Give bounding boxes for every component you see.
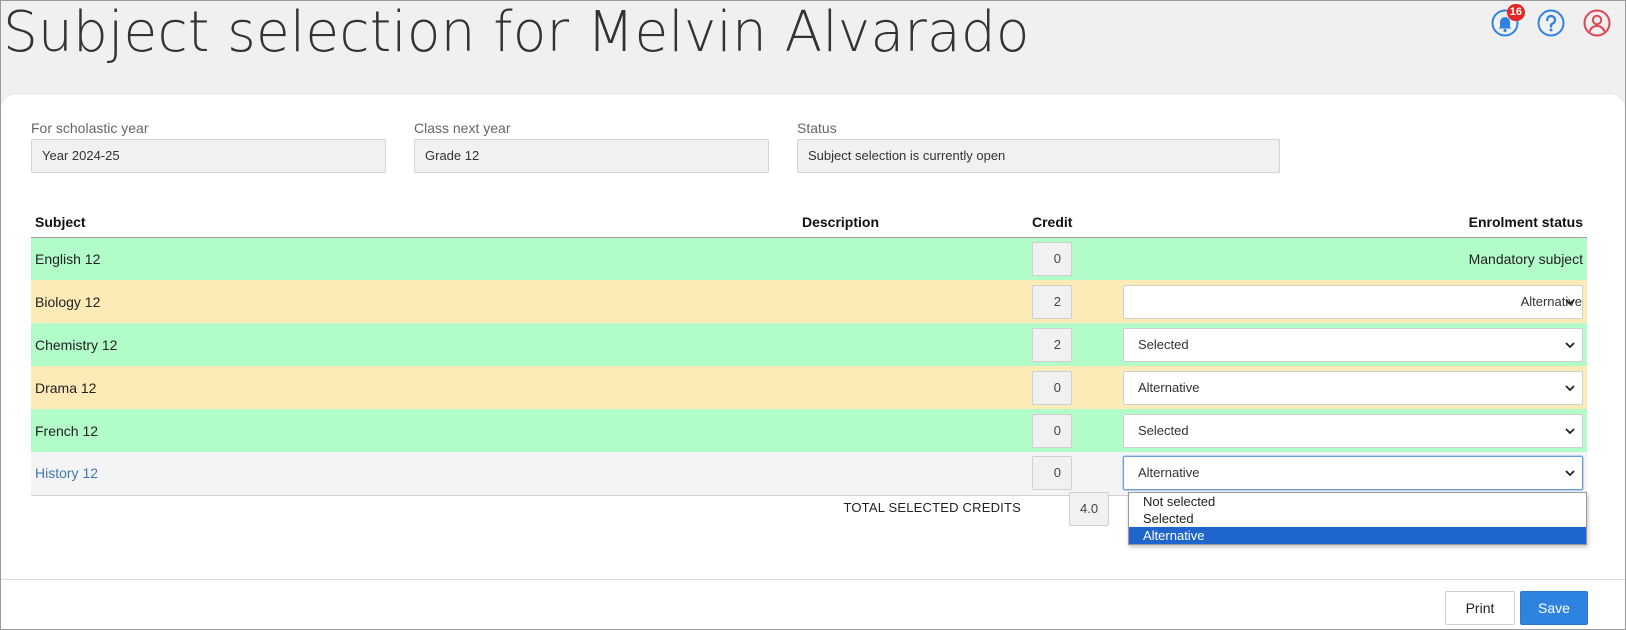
total-credits-value: 4.0 — [1069, 492, 1109, 526]
credit-value: 0 — [1032, 241, 1072, 276]
status-label: Status — [797, 120, 837, 136]
subject-name-link[interactable]: History 12 — [31, 452, 798, 496]
table-row: Biology 12 2 Alternative — [31, 280, 1587, 323]
subject-description — [798, 323, 1028, 366]
credit-value: 0 — [1032, 413, 1072, 448]
save-button[interactable]: Save — [1520, 591, 1588, 625]
subject-name: Chemistry 12 — [31, 323, 798, 366]
enrolment-status-column-header: Enrolment status — [1085, 214, 1587, 238]
subject-name: English 12 — [31, 237, 798, 280]
top-toolbar: 16 — [1491, 4, 1611, 37]
subject-name: French 12 — [31, 409, 798, 452]
table-row: History 12 0 Alternative — [31, 452, 1587, 496]
mandatory-status: Mandatory subject — [1085, 237, 1587, 280]
credit-value: 2 — [1032, 284, 1072, 319]
print-button[interactable]: Print — [1445, 591, 1515, 625]
subject-column-header: Subject — [31, 214, 798, 238]
enrolment-status-select[interactable]: Alternative — [1123, 370, 1583, 405]
table-row: Chemistry 12 2 Selected — [31, 323, 1587, 366]
credit-column-header: Credit — [1028, 214, 1085, 238]
class-next-year-field: Grade 12 — [414, 139, 769, 173]
subject-name: Biology 12 — [31, 280, 798, 323]
subject-description — [798, 237, 1028, 280]
description-column-header: Description — [798, 214, 1028, 238]
select-value: Alternative — [1138, 379, 1200, 395]
action-footer: Print Save — [1, 579, 1625, 629]
subject-selection-card: For scholastic year Year 2024-25 Class n… — [1, 93, 1625, 629]
enrolment-status-select-open[interactable]: Alternative — [1123, 456, 1583, 491]
subject-description — [798, 452, 1028, 496]
select-value: Alternative — [1138, 465, 1200, 481]
enrolment-status-select[interactable]: Selected — [1123, 327, 1583, 362]
status-field: Subject selection is currently open — [797, 139, 1280, 173]
dropdown-option-not-selected[interactable]: Not selected — [1129, 493, 1586, 510]
help-button[interactable] — [1537, 9, 1565, 37]
table-row: French 12 0 Selected — [31, 409, 1587, 452]
select-value: Selected — [1138, 422, 1189, 438]
table-header-row: Subject Description Credit Enrolment sta… — [31, 214, 1587, 238]
scholastic-year-field: Year 2024-25 — [31, 139, 386, 173]
subject-description — [798, 280, 1028, 323]
credit-value: 0 — [1032, 456, 1072, 491]
help-icon — [1537, 9, 1565, 37]
table-row: English 12 0 Mandatory subject — [31, 237, 1587, 280]
user-profile-icon — [1583, 9, 1611, 37]
credit-value: 2 — [1032, 327, 1072, 362]
scholastic-year-label: For scholastic year — [31, 120, 149, 136]
enrolment-status-select[interactable]: Alternative — [1123, 284, 1583, 319]
subjects-table: Subject Description Credit Enrolment sta… — [31, 214, 1587, 496]
subject-name: Drama 12 — [31, 366, 798, 409]
notification-count-badge: 16 — [1506, 4, 1525, 21]
dropdown-option-alternative[interactable]: Alternative — [1129, 527, 1586, 544]
chevron-down-icon — [1565, 384, 1575, 391]
class-next-year-label: Class next year — [414, 120, 511, 136]
subject-description — [798, 366, 1028, 409]
dropdown-option-selected[interactable]: Selected — [1129, 510, 1586, 527]
enrolment-status-dropdown: Not selected Selected Alternative — [1128, 492, 1587, 545]
total-credits-label: TOTAL SELECTED CREDITS — [843, 500, 1021, 515]
credit-value: 0 — [1032, 370, 1072, 405]
chevron-down-icon — [1565, 470, 1575, 477]
notifications-button[interactable]: 16 — [1491, 4, 1525, 37]
subject-description — [798, 409, 1028, 452]
chevron-down-icon — [1565, 427, 1575, 434]
profile-button[interactable] — [1583, 9, 1611, 37]
chevron-down-icon — [1565, 298, 1575, 305]
page-title: Subject selection for Melvin Alvarado — [3, 0, 1030, 65]
enrolment-status-select[interactable]: Selected — [1123, 413, 1583, 448]
select-value: Selected — [1138, 336, 1189, 352]
chevron-down-icon — [1565, 341, 1575, 348]
table-row: Drama 12 0 Alternative — [31, 366, 1587, 409]
